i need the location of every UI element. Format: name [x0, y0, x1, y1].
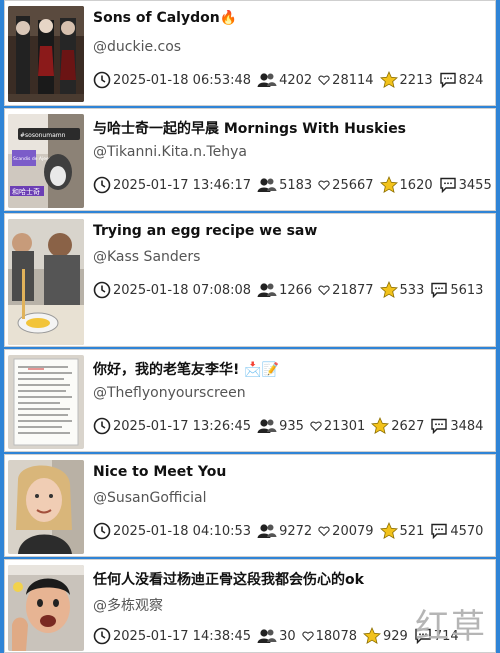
- users-icon: [257, 629, 277, 643]
- video-title[interactable]: 任何人没看过杨迪正骨这段我都会伤心的ok: [93, 569, 487, 589]
- favorite-count: 521: [399, 523, 425, 539]
- clock-icon: [93, 71, 111, 89]
- video-stats: 2025-01-18 07:08:08 1266 21877 533 5613: [93, 280, 489, 300]
- video-date: 2025-01-18 07:08:08: [113, 282, 252, 298]
- video-date: 2025-01-18 04:10:53: [113, 523, 252, 539]
- users-icon: [257, 73, 277, 87]
- comment-count: 3455: [458, 177, 492, 193]
- heart-icon: [318, 75, 330, 86]
- watermark: 红草: [415, 607, 487, 647]
- video-stats: 2025-01-18 06:53:48 4202 28114 2213 824: [93, 70, 489, 90]
- video-author[interactable]: @Theflyonyourscreen: [93, 385, 246, 401]
- comment-icon: [439, 177, 456, 193]
- users-icon: [257, 419, 277, 433]
- video-date: 2025-01-17 13:46:17: [113, 177, 252, 193]
- thumb-banner-text: #sosonumamn: [20, 132, 66, 139]
- video-title[interactable]: 与哈士奇一起的早晨 Mornings With Huskies: [93, 118, 487, 138]
- view-count: 1266: [279, 282, 313, 298]
- star-icon: [379, 522, 398, 540]
- video-date: 2025-01-18 06:53:48: [113, 72, 252, 88]
- video-author[interactable]: @duckie.cos: [93, 39, 181, 55]
- comment-count: 3484: [450, 418, 484, 434]
- comment-count: 5613: [450, 282, 484, 298]
- video-title[interactable]: Trying an egg recipe we saw: [93, 223, 487, 239]
- clock-icon: [93, 281, 111, 299]
- clock-icon: [93, 417, 111, 435]
- favorite-count: 2213: [399, 72, 433, 88]
- comment-count: 824: [458, 72, 484, 88]
- favorite-count: 2627: [391, 418, 425, 434]
- users-icon: [257, 524, 277, 538]
- video-card[interactable]: Sons of Calydon🔥 @duckie.cos 2025-01-18 …: [4, 0, 496, 106]
- favorite-count: 929: [382, 628, 408, 644]
- video-card[interactable]: 任何人没看过杨迪正骨这段我都会伤心的ok @多栋观察 2025-01-17 14…: [4, 559, 496, 653]
- like-count: 21877: [332, 282, 374, 298]
- video-author[interactable]: @Tikanni.Kita.n.Tehya: [93, 144, 247, 160]
- clock-icon: [93, 522, 111, 540]
- star-icon: [379, 71, 398, 89]
- users-icon: [257, 178, 277, 192]
- video-thumbnail[interactable]: [8, 565, 84, 651]
- video-title[interactable]: Nice to Meet You: [93, 464, 487, 480]
- star-icon: [371, 417, 390, 435]
- heart-icon: [318, 526, 330, 537]
- video-thumbnail[interactable]: [8, 219, 84, 345]
- like-count: 18078: [315, 628, 357, 644]
- video-date: 2025-01-17 13:26:45: [113, 418, 252, 434]
- video-card[interactable]: Nice to Meet You @SusanGofficial 2025-01…: [4, 454, 496, 557]
- video-thumbnail[interactable]: [8, 355, 84, 449]
- clock-icon: [93, 176, 111, 194]
- comment-icon: [431, 418, 448, 434]
- heart-icon: [318, 285, 330, 296]
- view-count: 4202: [279, 72, 313, 88]
- video-author[interactable]: @Kass Sanders: [93, 249, 200, 265]
- video-title[interactable]: 你好，我的老笔友李华! 📩📝: [93, 359, 487, 379]
- video-author[interactable]: @多栋观察: [93, 595, 163, 615]
- heart-icon: [318, 180, 330, 191]
- like-count: 21301: [323, 418, 366, 434]
- thumb-caption-text: 和哈士奇: [12, 187, 40, 196]
- heart-icon: [310, 421, 322, 432]
- view-count: 30: [279, 628, 296, 644]
- comment-icon: [431, 282, 448, 298]
- video-title[interactable]: Sons of Calydon🔥: [93, 10, 487, 26]
- view-count: 9272: [279, 523, 313, 539]
- users-icon: [257, 283, 277, 297]
- video-card[interactable]: Trying an egg recipe we saw @Kass Sander…: [4, 213, 496, 347]
- favorite-count: 1620: [399, 177, 433, 193]
- video-stats: 2025-01-17 14:38:45 30 18078 929 714: [93, 626, 465, 646]
- video-thumbnail[interactable]: #sosonumamn Scandis de Ajeep 和哈士奇: [8, 114, 84, 208]
- view-count: 935: [279, 418, 304, 434]
- video-thumbnail[interactable]: [8, 460, 84, 554]
- video-card[interactable]: 你好，我的老笔友李华! 📩📝 @Theflyonyourscreen 2025-…: [4, 349, 496, 452]
- like-count: 25667: [332, 177, 374, 193]
- video-stats: 2025-01-18 04:10:53 9272 20079 521 4570: [93, 521, 489, 541]
- comment-count: 4570: [450, 523, 484, 539]
- video-author[interactable]: @SusanGofficial: [93, 490, 207, 506]
- star-icon: [363, 627, 381, 645]
- comment-icon: [439, 72, 456, 88]
- favorite-count: 533: [399, 282, 425, 298]
- video-date: 2025-01-17 14:38:45: [113, 628, 252, 644]
- star-icon: [379, 176, 398, 194]
- video-stats: 2025-01-17 13:46:17 5183 25667 1620 3455: [93, 175, 498, 195]
- video-stats: 2025-01-17 13:26:45 935 21301 2627 3484: [93, 416, 489, 436]
- video-thumbnail[interactable]: [8, 6, 84, 102]
- like-count: 20079: [332, 523, 374, 539]
- heart-icon: [301, 631, 314, 642]
- star-icon: [379, 281, 398, 299]
- video-card[interactable]: #sosonumamn Scandis de Ajeep 和哈士奇 与哈士奇一起…: [4, 108, 496, 211]
- comment-icon: [431, 523, 448, 539]
- like-count: 28114: [332, 72, 374, 88]
- thumb-sub-text: Scandis de Ajeep: [13, 156, 52, 162]
- clock-icon: [93, 627, 111, 645]
- view-count: 5183: [279, 177, 313, 193]
